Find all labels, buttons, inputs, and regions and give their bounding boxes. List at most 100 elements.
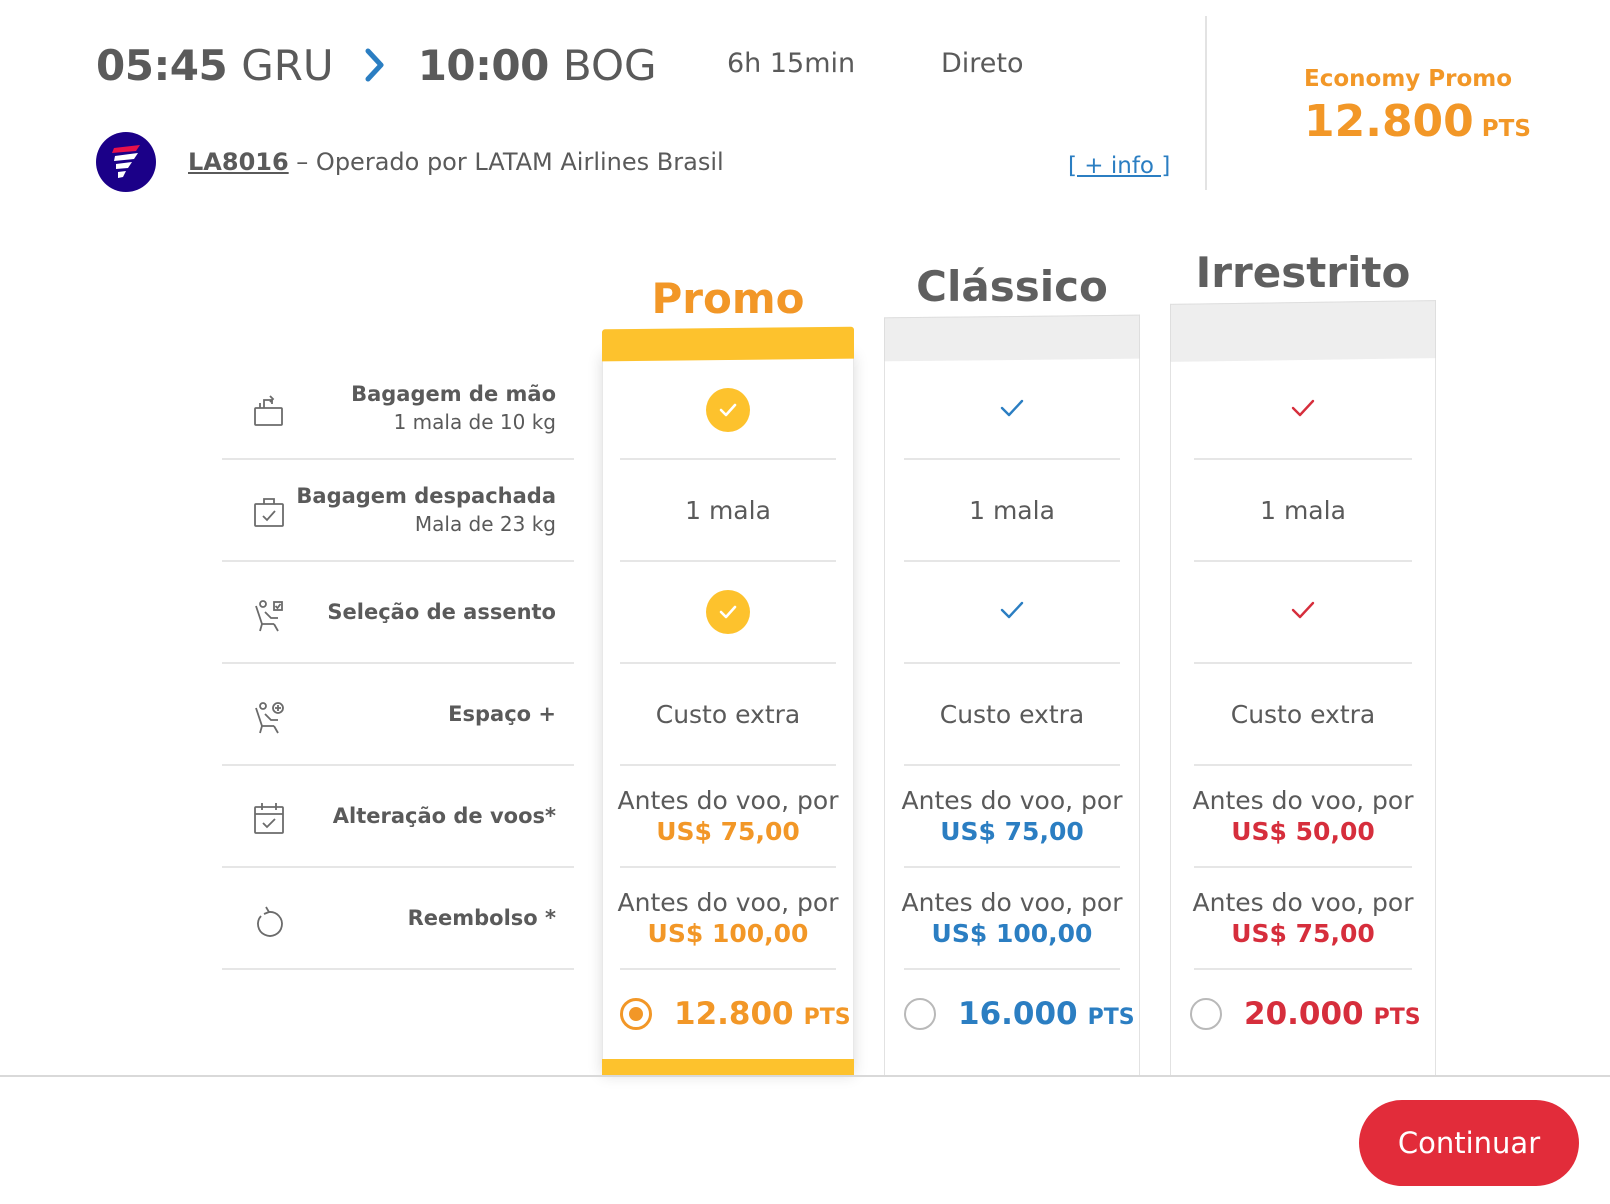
cell-price: US$ 100,00 <box>931 919 1093 948</box>
flight-duration: 6h 15min <box>727 48 856 79</box>
classico-change-cell: Antes do voo, por US$ 75,00 <box>884 766 1140 866</box>
fare-footer-promo <box>602 1059 854 1075</box>
classico-refund-cell: Antes do voo, por US$ 100,00 <box>884 868 1140 968</box>
arrival-airport: BOG <box>562 40 657 90</box>
cell-price: US$ 75,00 <box>656 817 800 846</box>
check-circle-icon <box>706 590 750 634</box>
more-info-link[interactable]: [ + info ] <box>1068 153 1170 179</box>
feature-title: Alteração de voos* <box>332 804 556 828</box>
radio-button[interactable] <box>1190 998 1222 1030</box>
promo-carry-on-cell <box>602 362 854 458</box>
carry-on-bag-icon <box>252 392 286 428</box>
feature-row-seat-selection: Seleção de assento <box>222 562 574 662</box>
feature-label: Alteração de voos* <box>333 804 556 828</box>
feature-subtitle: 1 mala de 10 kg <box>393 410 556 434</box>
refund-icon <box>252 904 286 940</box>
promo-checked-bag-cell: 1 mala <box>602 460 854 560</box>
feature-row-carry-on: Bagagem de mão 1 mala de 10 kg <box>222 362 574 458</box>
fare-cap-irrestrito <box>1170 300 1436 362</box>
departure-time: 05:45 <box>96 40 228 90</box>
select-fare-promo[interactable]: 12.800 PTS <box>620 996 851 1032</box>
flight-number-link[interactable]: LA8016 <box>188 148 289 176</box>
cell-text: 1 mala <box>685 495 771 525</box>
cell-price: US$ 100,00 <box>647 919 809 948</box>
feature-row-checked-bag: Bagagem despachada Mala de 23 kg <box>222 460 574 560</box>
irrestrito-refund-cell: Antes do voo, por US$ 75,00 <box>1170 868 1436 968</box>
row-divider <box>620 968 836 970</box>
promo-seat-cell <box>602 562 854 662</box>
fare-points-unit: PTS <box>803 1004 851 1030</box>
departure-airport: GRU <box>241 40 334 90</box>
classico-seat-cell <box>884 562 1140 662</box>
footer-divider <box>0 1075 1610 1077</box>
cell-text: Custo extra <box>1230 699 1376 729</box>
irrestrito-carry-on-cell <box>1170 362 1436 458</box>
cell-text: Custo extra <box>939 699 1085 729</box>
row-divider <box>904 968 1120 970</box>
select-fare-classico[interactable]: 16.000 PTS <box>904 996 1135 1032</box>
classico-carry-on-cell <box>884 362 1140 458</box>
header-divider <box>1205 16 1207 190</box>
cabin-label: Economy Promo <box>1304 66 1513 92</box>
cell-text: Antes do voo, por <box>901 888 1123 917</box>
promo-change-cell: Antes do voo, por US$ 75,00 <box>602 766 854 866</box>
extra-space-seat-icon <box>252 700 286 736</box>
irrestrito-checked-bag-cell: 1 mala <box>1170 460 1436 560</box>
cell-price: US$ 50,00 <box>1231 817 1375 846</box>
check-icon <box>1290 599 1316 625</box>
fare-title-irrestrito: Irrestrito <box>1195 248 1411 297</box>
feature-title: Reembolso * <box>407 906 556 930</box>
feature-row-extra-space: Espaço + <box>222 664 574 764</box>
promo-extra-space-cell: Custo extra <box>602 664 854 764</box>
check-icon <box>999 397 1025 423</box>
feature-row-refund: Reembolso * <box>222 868 574 968</box>
fare-points: 16.000 <box>958 996 1078 1032</box>
check-icon <box>999 599 1025 625</box>
check-icon <box>1290 397 1316 423</box>
feature-label: Bagagem despachada Mala de 23 kg <box>296 484 556 536</box>
continue-button[interactable]: Continuar <box>1359 1100 1579 1186</box>
cell-text: 1 mala <box>969 495 1055 525</box>
cell-text: Antes do voo, por <box>1192 786 1414 815</box>
feature-label: Seleção de assento <box>327 600 556 624</box>
promo-refund-cell: Antes do voo, por US$ 100,00 <box>602 868 854 968</box>
chevron-right-icon <box>364 48 386 82</box>
feature-label: Bagagem de mão 1 mala de 10 kg <box>351 382 556 434</box>
fare-title-promo: Promo <box>651 274 805 323</box>
fare-cap-promo <box>602 326 854 362</box>
feature-title: Seleção de assento <box>327 600 556 624</box>
latam-logo <box>96 132 156 192</box>
cell-price: US$ 75,00 <box>940 817 1084 846</box>
cabin-price: 12.800 PTS <box>1304 96 1531 147</box>
flight-stops: Direto <box>941 48 1024 79</box>
fare-points-unit: PTS <box>1373 1004 1421 1030</box>
feature-title: Bagagem despachada <box>296 484 556 508</box>
irrestrito-seat-cell <box>1170 562 1436 662</box>
feature-label: Espaço + <box>448 702 556 726</box>
cell-text: Antes do voo, por <box>901 786 1123 815</box>
select-fare-irrestrito[interactable]: 20.000 PTS <box>1190 996 1421 1032</box>
cell-text: 1 mala <box>1260 495 1346 525</box>
feature-label: Reembolso * <box>408 906 556 930</box>
cabin-price-value: 12.800 <box>1304 96 1474 147</box>
cell-text: Antes do voo, por <box>1192 888 1414 917</box>
cell-text: Custo extra <box>655 699 801 729</box>
flight-operator-line: LA8016 – Operado por LATAM Airlines Bras… <box>188 148 724 176</box>
cell-text: Antes do voo, por <box>617 888 839 917</box>
fare-points: 12.800 <box>674 996 794 1032</box>
radio-button-selected[interactable] <box>620 998 652 1030</box>
radio-button[interactable] <box>904 998 936 1030</box>
feature-title: Espaço + <box>448 702 556 726</box>
row-divider <box>1194 968 1412 970</box>
fare-points: 20.000 <box>1244 996 1364 1032</box>
classico-checked-bag-cell: 1 mala <box>884 460 1140 560</box>
feature-title: Bagagem de mão <box>351 382 556 406</box>
irrestrito-extra-space-cell: Custo extra <box>1170 664 1436 764</box>
operator-text: – Operado por LATAM Airlines Brasil <box>288 148 724 176</box>
cell-price: US$ 75,00 <box>1231 919 1375 948</box>
calendar-change-icon <box>252 800 286 836</box>
check-circle-icon <box>706 388 750 432</box>
fare-cap-classico <box>884 314 1140 362</box>
feature-row-flight-change: Alteração de voos* <box>222 766 574 866</box>
fare-points-unit: PTS <box>1087 1004 1135 1030</box>
